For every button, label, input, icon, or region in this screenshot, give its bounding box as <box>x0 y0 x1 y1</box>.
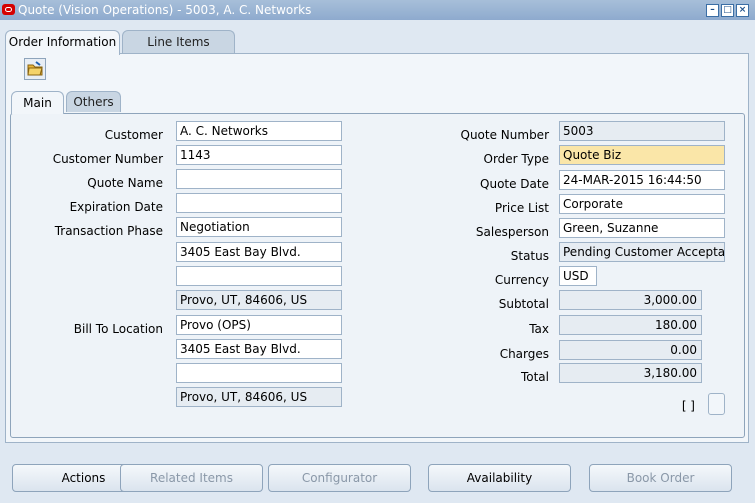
customer-number-field[interactable]: 1143 <box>176 145 342 165</box>
label-customer-number: Customer Number <box>52 152 163 166</box>
label-quote-number: Quote Number <box>460 128 550 142</box>
label-expiration-date: Expiration Date <box>69 200 163 214</box>
label-bill-to-location: Bill To Location <box>73 322 163 336</box>
book-order-button[interactable]: Book Order <box>589 464 732 492</box>
label-tax: Tax <box>529 322 549 336</box>
related-items-button[interactable]: Related Items <box>120 464 263 492</box>
label-currency: Currency <box>494 273 549 287</box>
bill-to-location-field[interactable]: Provo (OPS) <box>176 315 342 335</box>
window-body: Order Information Line Items Main Others… <box>1 20 753 503</box>
window-title: Quote (Vision Operations) - 5003, A. C. … <box>18 3 312 17</box>
customer-field[interactable]: A. C. Networks <box>176 121 342 141</box>
flexfield-indicator: [ ] <box>681 399 695 413</box>
close-icon[interactable]: × <box>736 4 749 17</box>
label-quote-name: Quote Name <box>87 176 163 190</box>
maximize-icon[interactable]: □ <box>721 4 734 17</box>
label-price-list: Price List <box>494 201 549 215</box>
order-type-field[interactable]: Quote Biz <box>559 145 725 165</box>
quote-date-field[interactable]: 24-MAR-2015 16:44:50 <box>559 170 725 190</box>
order-information-panel: Main Others Customer Customer Number Quo… <box>5 53 749 443</box>
quote-name-field[interactable] <box>176 169 342 189</box>
tab-order-information[interactable]: Order Information <box>5 30 120 55</box>
bill-city-field: Provo, UT, 84606, US <box>176 387 342 407</box>
main-region: Customer Customer Number Quote Name Expi… <box>10 113 745 438</box>
tab-main[interactable]: Main <box>11 91 64 114</box>
bill-address-line2-field[interactable] <box>176 363 342 383</box>
label-transaction-phase: Transaction Phase <box>54 224 163 238</box>
tax-field: 180.00 <box>559 315 702 335</box>
price-list-field[interactable]: Corporate <box>559 194 725 214</box>
charges-field: 0.00 <box>559 340 702 360</box>
minimize-icon[interactable]: – <box>706 4 719 17</box>
label-salesperson: Salesperson <box>475 225 549 239</box>
quote-number-field: 5003 <box>559 121 725 141</box>
folder-icon[interactable] <box>24 58 46 80</box>
ship-address-line2-field[interactable] <box>176 266 342 286</box>
tab-others[interactable]: Others <box>66 91 121 112</box>
label-status: Status <box>510 249 549 263</box>
title-bar: Quote (Vision Operations) - 5003, A. C. … <box>0 0 755 20</box>
configurator-button[interactable]: Configurator <box>268 464 411 492</box>
transaction-phase-field[interactable]: Negotiation <box>176 217 342 237</box>
subtotal-field: 3,000.00 <box>559 290 702 310</box>
total-field: 3,180.00 <box>559 363 702 383</box>
label-quote-date: Quote Date <box>480 177 549 191</box>
availability-button[interactable]: Availability <box>428 464 571 492</box>
currency-field[interactable]: USD <box>559 266 597 286</box>
bill-address-line1-field[interactable]: 3405 East Bay Blvd. <box>176 339 342 359</box>
tab-line-items[interactable]: Line Items <box>122 30 235 53</box>
oracle-logo-icon <box>2 4 15 15</box>
salesperson-field[interactable]: Green, Suzanne <box>559 218 725 238</box>
window-controls: – □ × <box>706 4 749 17</box>
label-charges: Charges <box>499 347 549 361</box>
label-total: Total <box>520 370 549 384</box>
ship-city-field: Provo, UT, 84606, US <box>176 290 342 310</box>
expiration-date-field[interactable] <box>176 193 342 213</box>
status-field: Pending Customer Acceptar <box>559 242 725 262</box>
label-customer: Customer <box>104 128 163 142</box>
ship-address-line1-field[interactable]: 3405 East Bay Blvd. <box>176 242 342 262</box>
label-subtotal: Subtotal <box>498 297 549 311</box>
label-order-type: Order Type <box>483 152 549 166</box>
descriptive-flexfield[interactable] <box>708 393 725 415</box>
